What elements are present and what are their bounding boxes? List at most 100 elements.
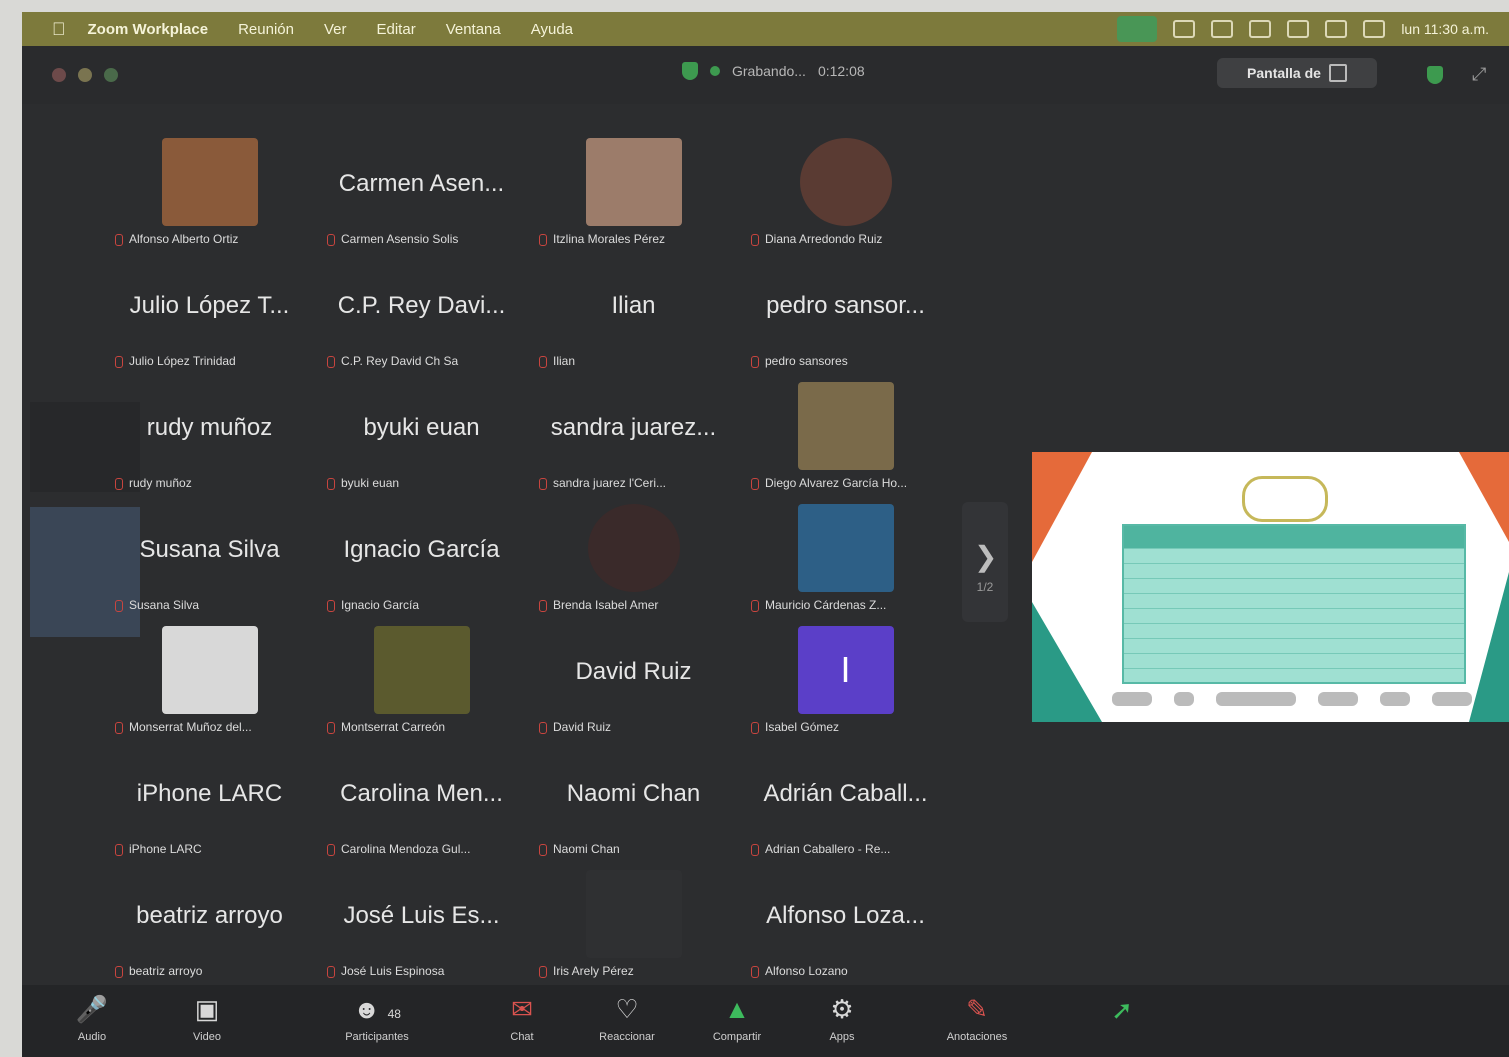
shared-screen-thumbnail[interactable]	[1032, 452, 1509, 722]
participant-name-text: Carolina Mendoza Gul...	[341, 842, 471, 856]
mic-muted-icon	[539, 477, 547, 490]
cloud-status-icon[interactable]	[1211, 20, 1234, 38]
participant-display-name: Susana Silva	[139, 536, 280, 563]
participant-name-label: C.P. Rey David Ch Sa	[327, 354, 520, 370]
participant-display-name: David Ruiz	[575, 658, 692, 685]
chat-button[interactable]: ✉ Chat	[472, 993, 572, 1043]
apps-button[interactable]: ⚙ Apps	[792, 993, 892, 1043]
slide-decoration	[1459, 452, 1509, 542]
participant-tile[interactable]: rudy muñoz rudy muñoz	[107, 378, 312, 496]
participant-tile[interactable]: sandra juarez... sandra juarez l'Ceri...	[531, 378, 736, 496]
participant-tile[interactable]: David Ruiz David Ruiz	[531, 622, 736, 740]
participant-name-label: Monserrat Muñoz del...	[115, 720, 308, 736]
participant-tile[interactable]: Carolina Men... Carolina Mendoza Gul...	[319, 744, 524, 862]
annotate-button[interactable]: ✎ Anotaciones	[927, 993, 1027, 1043]
close-window-button[interactable]	[52, 68, 66, 82]
participant-tile[interactable]: José Luis Es... José Luis Espinosa	[319, 866, 524, 984]
minimize-window-button[interactable]	[78, 68, 92, 82]
fullscreen-icon[interactable]: ⤢	[1472, 64, 1486, 85]
volume-status-icon[interactable]	[1249, 20, 1272, 38]
menu-app-name[interactable]: Zoom Workplace	[88, 21, 209, 38]
menu-editar[interactable]: Editar	[377, 21, 416, 38]
mic-muted-icon	[751, 721, 759, 734]
participant-name-text: Isabel Gómez	[765, 720, 840, 734]
participant-name-label: Adrian Caballero - Re...	[751, 842, 944, 858]
participant-name-text: Alfonso Lozano	[765, 964, 848, 978]
participant-tile[interactable]: Ilian Ilian	[531, 256, 736, 374]
video-label: Video	[193, 1031, 221, 1043]
participant-video	[797, 504, 894, 592]
participant-tile[interactable]: Carmen Asen... Carmen Asensio Solis	[319, 134, 524, 252]
participant-name-label: Iris Arely Pérez	[539, 964, 732, 980]
mic-muted-icon	[115, 721, 123, 734]
apps-icon: ⚙	[830, 994, 854, 1024]
participant-video	[373, 626, 470, 714]
participant-tile[interactable]: Brenda Isabel Amer	[531, 500, 736, 618]
participant-tile[interactable]: Iris Arely Pérez	[531, 866, 736, 984]
participants-button[interactable]: ☻ 48 Participantes	[327, 993, 427, 1043]
view-button[interactable]: Pantalla de	[1217, 58, 1377, 88]
participant-tile[interactable]: byuki euan byuki euan	[319, 378, 524, 496]
participant-tile[interactable]: Adrián Caball... Adrian Caballero - Re...	[743, 744, 948, 862]
participant-tile[interactable]: C.P. Rey Davi... C.P. Rey David Ch Sa	[319, 256, 524, 374]
maximize-window-button[interactable]	[104, 68, 118, 82]
participant-tile[interactable]: Julio López T... Julio López Trinidad	[107, 256, 312, 374]
security-shield-icon[interactable]	[682, 62, 698, 80]
mic-muted-icon	[751, 843, 759, 856]
participant-name-label: Carolina Mendoza Gul...	[327, 842, 520, 858]
participant-name-label: Carmen Asensio Solis	[327, 232, 520, 248]
video-button[interactable]: ▣ Video	[157, 993, 257, 1043]
menu-clock[interactable]: lun 11:30 a.m.	[1401, 21, 1489, 37]
participant-tile[interactable]: Mauricio Cárdenas Z...	[743, 500, 948, 618]
participant-tile[interactable]: Monserrat Muñoz del...	[107, 622, 312, 740]
participant-display-name: Ilian	[611, 292, 656, 319]
participant-name-label: Montserrat Carreón	[327, 720, 520, 736]
participant-tile[interactable]: I Isabel Gómez	[743, 622, 948, 740]
participant-tile[interactable]: Diego Alvarez García Ho...	[743, 378, 948, 496]
participant-name-text: Diana Arredondo Ruiz	[765, 232, 883, 246]
participant-name-text: pedro sansores	[765, 354, 848, 368]
participant-display-name: Naomi Chan	[566, 780, 701, 807]
participant-display-name: Adrián Caball...	[763, 780, 928, 807]
audio-button[interactable]: 🎤 Audio	[42, 993, 142, 1043]
participant-name-text: Ilian	[553, 354, 576, 368]
react-button[interactable]: ♡ Reaccionar	[577, 993, 677, 1043]
mic-muted-icon	[539, 721, 547, 734]
next-page-button[interactable]: ❯ 1/2	[962, 502, 1008, 622]
participant-name-text: Diego Alvarez García Ho...	[765, 476, 908, 490]
participant-tile[interactable]: Montserrat Carreón	[319, 622, 524, 740]
participant-tile[interactable]: iPhone LARC iPhone LARC	[107, 744, 312, 862]
menu-reunion[interactable]: Reunión	[238, 21, 294, 38]
end-meeting-button[interactable]: ➚	[1082, 995, 1162, 1035]
participant-tile[interactable]: Alfonso Loza... Alfonso Lozano	[743, 866, 948, 984]
participant-name-text: Adrian Caballero - Re...	[765, 842, 891, 856]
participant-name-label: Julio López Trinidad	[115, 354, 308, 370]
slide-decoration	[1469, 572, 1509, 722]
participant-name-label: sandra juarez l'Ceri...	[539, 476, 732, 492]
participant-tile[interactable]: Susana Silva Susana Silva	[107, 500, 312, 618]
search-status-icon[interactable]	[1363, 20, 1386, 38]
participant-tile[interactable]: beatriz arroyo beatriz arroyo	[107, 866, 312, 984]
menu-ayuda[interactable]: Ayuda	[531, 21, 573, 38]
participant-tile[interactable]: Naomi Chan Naomi Chan	[531, 744, 736, 862]
menu-ventana[interactable]: Ventana	[446, 21, 501, 38]
participant-display-name: beatriz arroyo	[136, 902, 283, 929]
shield-status-icon[interactable]	[1173, 20, 1196, 38]
participant-name-text: byuki euan	[341, 476, 400, 490]
participant-tile[interactable]: pedro sansor... pedro sansores	[743, 256, 948, 374]
share-button[interactable]: ▲ Compartir	[687, 993, 787, 1043]
participant-tile[interactable]: Itzlina Morales Pérez	[531, 134, 736, 252]
mic-muted-icon	[327, 843, 335, 856]
participant-tile[interactable]: Diana Arredondo Ruiz	[743, 134, 948, 252]
participant-tile[interactable]: Alfonso Alberto Ortiz	[107, 134, 312, 252]
meeting-info: Grabando... 0:12:08	[682, 62, 865, 80]
annotate-icon: ✎	[966, 994, 988, 1024]
participant-tile[interactable]: Ignacio García Ignacio García	[319, 500, 524, 618]
wifi-status-icon[interactable]	[1325, 20, 1348, 38]
menu-ver[interactable]: Ver	[324, 21, 347, 38]
participant-name-text: iPhone LARC	[129, 842, 202, 856]
encryption-shield-icon[interactable]	[1427, 66, 1443, 84]
apple-icon[interactable]: 	[52, 19, 66, 40]
zoom-meeting-status-icon[interactable]	[1117, 16, 1158, 42]
battery-status-icon[interactable]	[1287, 20, 1310, 38]
